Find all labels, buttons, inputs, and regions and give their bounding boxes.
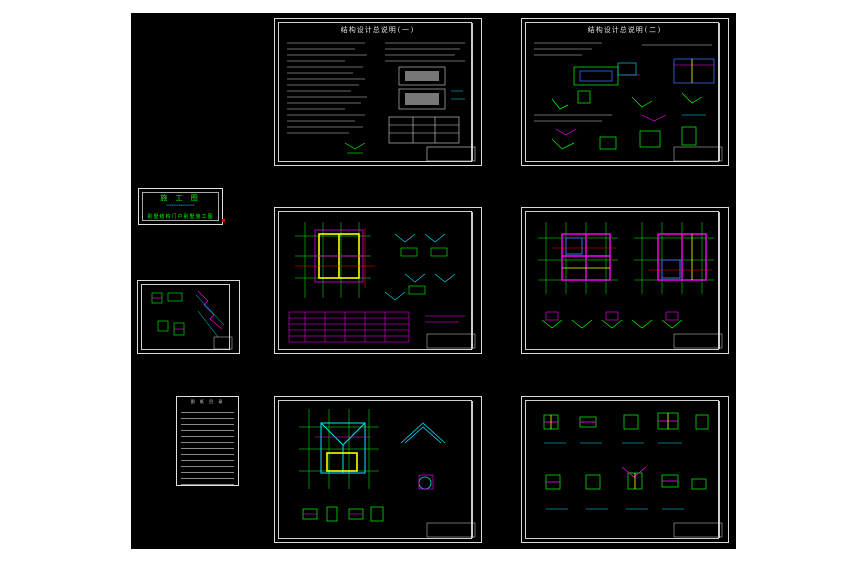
index-row <box>181 479 234 485</box>
cover-red-marker <box>222 219 225 222</box>
sheet-structure-notes-2[interactable]: 结构设计总说明(二) <box>521 18 729 166</box>
notes-1-drawing <box>287 42 476 162</box>
stair-detail-drawing <box>151 290 233 350</box>
foundation-plan-drawing <box>288 222 476 349</box>
drawing-index-title: 图 纸 目 录 <box>190 399 225 404</box>
cover-project-name: 别墅结构门户别墅施工图 <box>147 214 214 220</box>
sheet-roof-plan[interactable] <box>274 396 482 543</box>
details-drawing <box>543 412 723 538</box>
sheet-floor-plans[interactable] <box>521 207 729 354</box>
sheet-stair-details[interactable] <box>137 280 240 354</box>
cover-sheet[interactable]: 施 工 图 xxxxxxxxxxxxxxxx 别墅结构门户别墅施工图 <box>138 188 225 225</box>
notes-2-drawing <box>534 42 723 162</box>
sheet-structure-notes-1[interactable]: 结构设计总说明(一) <box>274 18 482 166</box>
sheet-details[interactable] <box>521 396 729 543</box>
drawing-index-sheet[interactable]: 图 纸 目 录 <box>176 396 239 486</box>
cover-subtitle: xxxxxxxxxxxxxxxx <box>166 203 195 207</box>
floor-plans-drawing <box>538 222 723 349</box>
sheet-foundation-plan[interactable] <box>274 207 482 354</box>
cover-title: 施 工 图 <box>160 194 201 202</box>
roof-plan-drawing <box>299 409 476 538</box>
